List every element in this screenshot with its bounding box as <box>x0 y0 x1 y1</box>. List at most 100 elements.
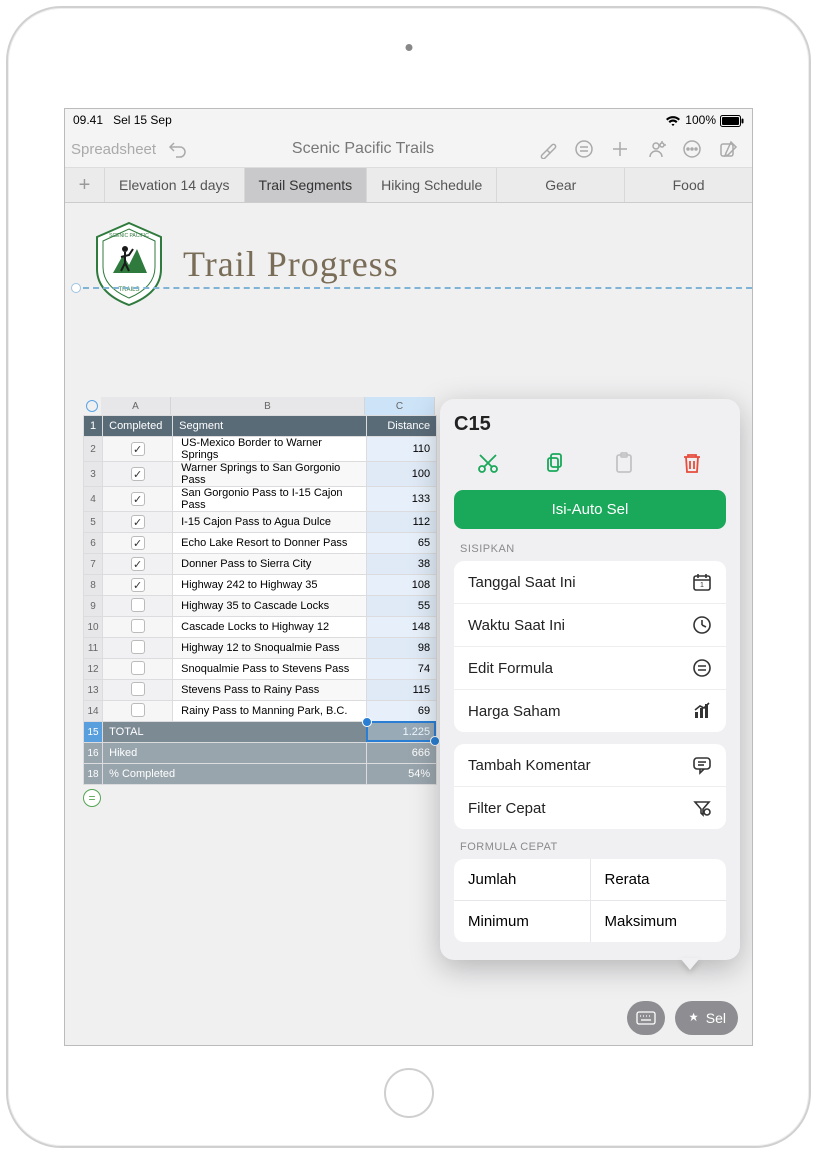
cell-segment[interactable]: Warner Springs to San Gorgonio Pass <box>173 462 367 487</box>
quickformula-maksimum[interactable]: Maksimum <box>591 901 727 942</box>
checkbox-icon[interactable] <box>131 442 145 456</box>
collaborate-button[interactable] <box>642 135 670 163</box>
quickformula-jumlah[interactable]: Jumlah <box>454 859 590 900</box>
extra-item-comment[interactable]: Tambah Komentar <box>454 744 726 786</box>
checkbox-icon[interactable] <box>131 578 145 592</box>
insert-item-equals[interactable]: Edit Formula <box>454 646 726 689</box>
cut-button[interactable] <box>466 446 510 480</box>
cell-completed[interactable] <box>103 437 173 462</box>
spreadsheet-table[interactable]: A B C 1 Completed Segment Distance 2US-M… <box>83 397 453 785</box>
col-header-b[interactable]: B <box>171 397 365 415</box>
table-row[interactable]: 12 Snoqualmie Pass to Stevens Pass74 <box>84 659 437 680</box>
cell-distance[interactable]: 74 <box>367 659 437 680</box>
undo-button[interactable] <box>164 135 192 163</box>
table-corner-handle[interactable] <box>83 397 101 415</box>
cell-total-label[interactable]: TOTAL <box>103 722 367 743</box>
cell-distance[interactable]: 133 <box>367 487 437 512</box>
cell-segment[interactable]: US-Mexico Border to Warner Springs <box>173 437 367 462</box>
tab-trail-segments[interactable]: Trail Segments <box>245 168 368 202</box>
row-header[interactable]: 10 <box>84 617 103 638</box>
cell-segment[interactable]: I-15 Cajon Pass to Agua Dulce <box>173 512 367 533</box>
row-header[interactable]: 5 <box>84 512 103 533</box>
tab-food[interactable]: Food <box>625 168 752 202</box>
cell-completed[interactable] <box>103 659 173 680</box>
table-row[interactable]: 14 Rainy Pass to Manning Park, B.C.69 <box>84 701 437 722</box>
cell-segment[interactable]: Echo Lake Resort to Donner Pass <box>173 533 367 554</box>
header-completed[interactable]: Completed <box>103 416 173 437</box>
paste-button[interactable] <box>602 446 646 480</box>
row-header[interactable]: 8 <box>84 575 103 596</box>
row-header[interactable]: 16 <box>84 743 103 764</box>
checkbox-icon[interactable] <box>131 492 145 506</box>
cell-hiked-value[interactable]: 666 <box>367 743 437 764</box>
cell-segment[interactable]: Rainy Pass to Manning Park, B.C. <box>173 701 367 722</box>
quickformula-rerata[interactable]: Rerata <box>591 859 727 900</box>
tab-gear[interactable]: Gear <box>497 168 625 202</box>
table-row[interactable]: 9 Highway 35 to Cascade Locks55 <box>84 596 437 617</box>
row-header[interactable]: 15 <box>84 722 103 743</box>
checkbox-icon[interactable] <box>131 640 145 654</box>
autofill-button[interactable]: Isi-Auto Sel <box>454 490 726 529</box>
cell-distance[interactable]: 148 <box>367 617 437 638</box>
cell-completed[interactable] <box>103 487 173 512</box>
cell-segment[interactable]: Highway 35 to Cascade Locks <box>173 596 367 617</box>
table-row[interactable]: 7Donner Pass to Sierra City38 <box>84 554 437 575</box>
table-row[interactable]: 2US-Mexico Border to Warner Springs110 <box>84 437 437 462</box>
row-header[interactable]: 3 <box>84 462 103 487</box>
checkbox-icon[interactable] <box>131 682 145 696</box>
copy-button[interactable] <box>534 446 578 480</box>
cell-distance[interactable]: 112 <box>367 512 437 533</box>
cell-completed[interactable] <box>103 701 173 722</box>
cell-segment[interactable]: Stevens Pass to Rainy Pass <box>173 680 367 701</box>
cell-distance[interactable]: 69 <box>367 701 437 722</box>
cell-pct-label[interactable]: % Completed <box>103 764 367 785</box>
cell-completed[interactable] <box>103 638 173 659</box>
sheet-canvas[interactable]: SCENIC PACIFIC TRAILS Trail Progress A B… <box>65 203 752 1045</box>
quickformula-minimum[interactable]: Minimum <box>454 901 590 942</box>
add-sheet-button[interactable]: + <box>65 168 105 202</box>
row-header[interactable]: 12 <box>84 659 103 680</box>
checkbox-icon[interactable] <box>131 703 145 717</box>
tab-hiking-schedule[interactable]: Hiking Schedule <box>367 168 497 202</box>
row-header[interactable]: 6 <box>84 533 103 554</box>
cell-segment[interactable]: Highway 242 to Highway 35 <box>173 575 367 596</box>
table-row[interactable]: 5 I-15 Cajon Pass to Agua Dulce112 <box>84 512 437 533</box>
cell-hiked-label[interactable]: Hiked <box>103 743 367 764</box>
document-title[interactable]: Scenic Pacific Trails <box>196 140 530 158</box>
table-row[interactable]: 13Stevens Pass to Rainy Pass115 <box>84 680 437 701</box>
cell-mode-button[interactable]: Sel <box>675 1001 738 1035</box>
cell-distance[interactable]: 108 <box>367 575 437 596</box>
checkbox-icon[interactable] <box>131 515 145 529</box>
delete-button[interactable] <box>670 446 714 480</box>
more-button[interactable] <box>678 135 706 163</box>
row-header[interactable]: 9 <box>84 596 103 617</box>
checkbox-icon[interactable] <box>131 467 145 481</box>
cell-completed[interactable] <box>103 575 173 596</box>
checkbox-icon[interactable] <box>131 619 145 633</box>
row-header[interactable]: 7 <box>84 554 103 575</box>
cell-distance[interactable]: 55 <box>367 596 437 617</box>
cell-segment[interactable]: Snoqualmie Pass to Stevens Pass <box>173 659 367 680</box>
header-segment[interactable]: Segment <box>173 416 367 437</box>
cell-distance[interactable]: 100 <box>367 462 437 487</box>
cell-completed[interactable] <box>103 462 173 487</box>
insert-item-stocks[interactable]: Harga Saham <box>454 689 726 732</box>
table-row[interactable]: 4San Gorgonio Pass to I-15 Cajon Pass133 <box>84 487 437 512</box>
format-brush-button[interactable] <box>534 135 562 163</box>
table-row[interactable]: 8 Highway 242 to Highway 35108 <box>84 575 437 596</box>
row-header[interactable]: 2 <box>84 437 103 462</box>
row-header[interactable]: 4 <box>84 487 103 512</box>
cell-completed[interactable] <box>103 617 173 638</box>
table-row[interactable]: 11Highway 12 to Snoqualmie Pass98 <box>84 638 437 659</box>
cell-distance[interactable]: 65 <box>367 533 437 554</box>
cell-segment[interactable]: Donner Pass to Sierra City <box>173 554 367 575</box>
table-row[interactable]: 3 Warner Springs to San Gorgonio Pass100 <box>84 462 437 487</box>
checkbox-icon[interactable] <box>131 557 145 571</box>
table-row[interactable]: 10 Cascade Locks to Highway 12148 <box>84 617 437 638</box>
back-to-spreadsheets[interactable]: Spreadsheet <box>71 141 156 158</box>
cell-completed[interactable] <box>103 512 173 533</box>
tab-elevation[interactable]: Elevation 14 days <box>105 168 245 202</box>
insert-button[interactable] <box>606 135 634 163</box>
cell-segment[interactable]: Cascade Locks to Highway 12 <box>173 617 367 638</box>
row-header[interactable]: 14 <box>84 701 103 722</box>
